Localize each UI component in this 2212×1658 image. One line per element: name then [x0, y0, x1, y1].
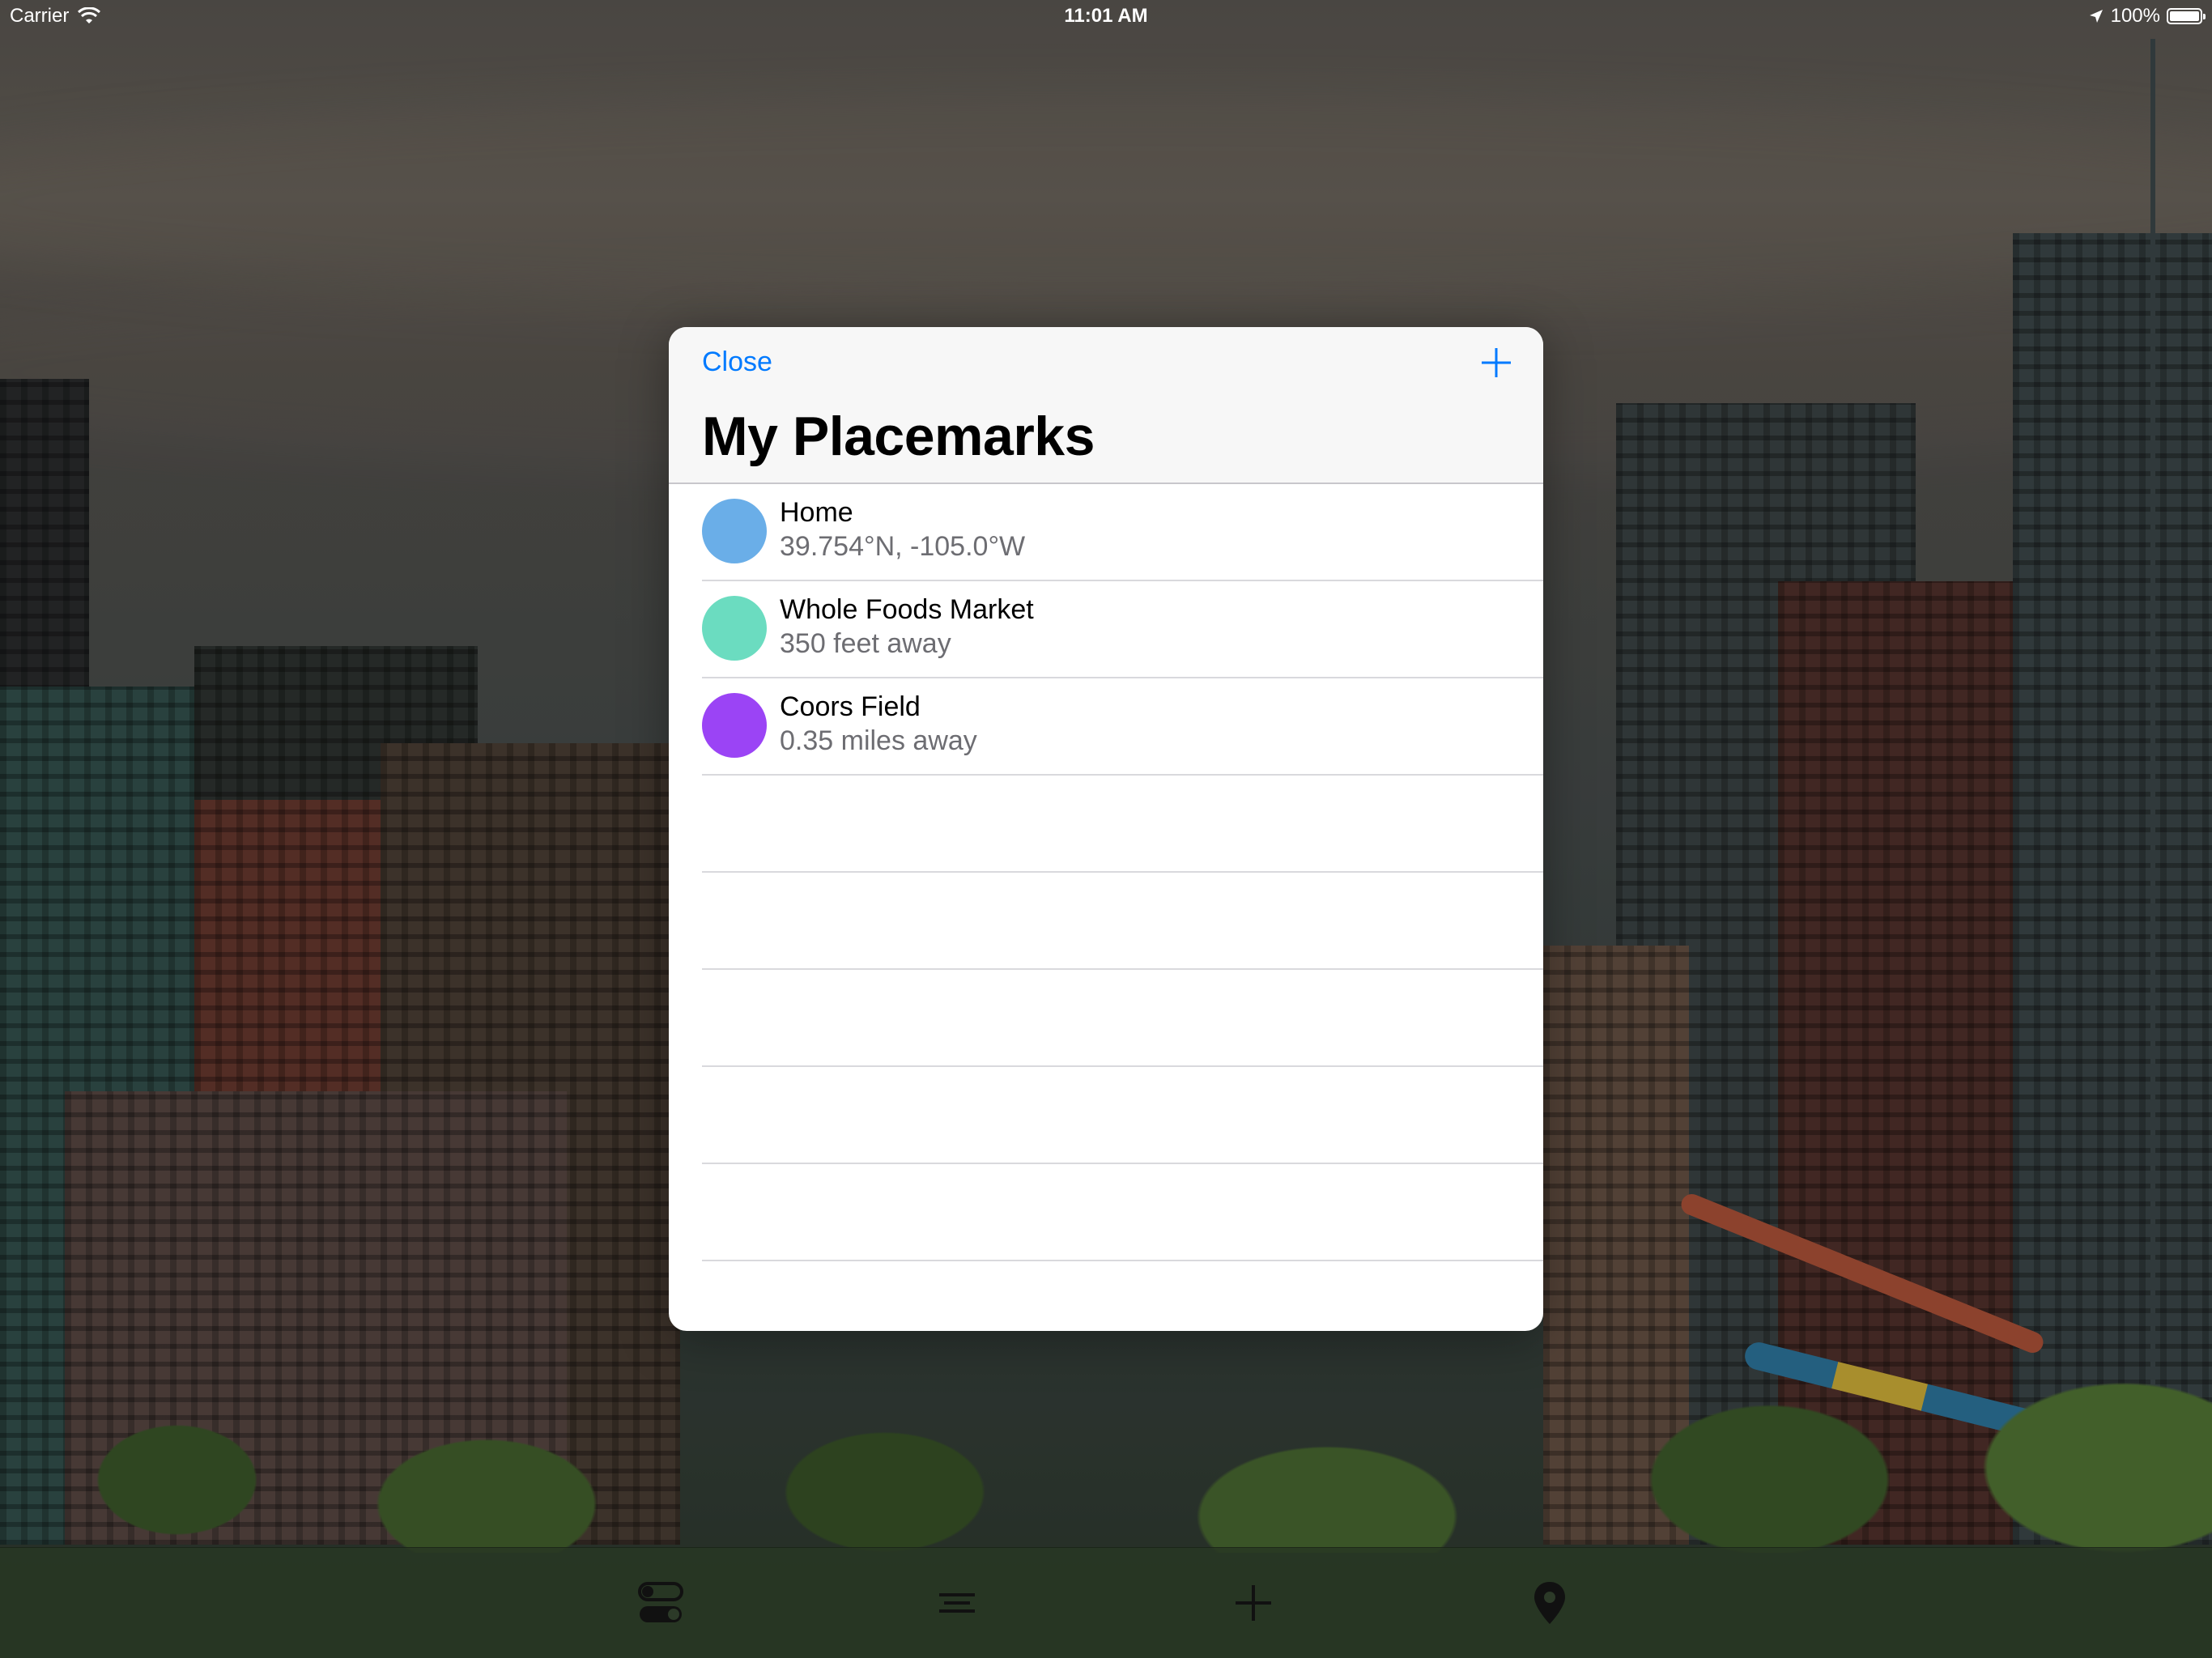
- placemark-subtitle: 39.754°N, -105.0°W: [780, 531, 1026, 562]
- placemark-subtitle: 350 feet away: [780, 628, 951, 659]
- placemark-subtitle: 0.35 miles away: [780, 725, 977, 756]
- toggle-icon[interactable]: [635, 1577, 687, 1629]
- placemark-title: Whole Foods Market: [780, 594, 1034, 625]
- status-time: 11:01 AM: [1064, 5, 1148, 27]
- placemark-title: Home: [780, 497, 853, 528]
- battery-percentage: 100%: [2110, 5, 2160, 27]
- list-item[interactable]: Coors Field 0.35 miles away: [702, 678, 1543, 776]
- empty-row: [702, 970, 1543, 1067]
- tab-bar: [0, 1547, 2212, 1658]
- status-bar: Carrier 11:01 AM 100%: [0, 0, 2212, 32]
- page-title: My Placemarks: [702, 406, 1095, 467]
- placemark-list: Home 39.754°N, -105.0°W Whole Foods Mark…: [669, 484, 1543, 1331]
- placemark-title: Coors Field: [780, 691, 921, 722]
- placemark-color-dot: [702, 693, 767, 758]
- sheet-navbar: Close My Placemarks: [669, 327, 1543, 484]
- add-placemark-button[interactable]: [1478, 345, 1514, 380]
- placemark-color-dot: [702, 596, 767, 661]
- empty-row: [702, 776, 1543, 873]
- placemark-color-dot: [702, 499, 767, 563]
- list-icon[interactable]: [931, 1577, 983, 1629]
- placemarks-sheet: Close My Placemarks Home 39.754°N, -105.…: [669, 327, 1543, 1331]
- plus-icon[interactable]: [1227, 1577, 1279, 1629]
- empty-row: [702, 1067, 1543, 1164]
- list-item[interactable]: Home 39.754°N, -105.0°W: [702, 484, 1543, 581]
- location-arrow-icon: [2089, 10, 2103, 23]
- battery-icon: [2167, 8, 2206, 24]
- empty-row: [702, 1164, 1543, 1261]
- location-pin-icon[interactable]: [1524, 1577, 1576, 1629]
- empty-row: [702, 1261, 1543, 1331]
- list-item[interactable]: Whole Foods Market 350 feet away: [702, 581, 1543, 678]
- empty-row: [702, 873, 1543, 970]
- close-button[interactable]: Close: [702, 346, 772, 378]
